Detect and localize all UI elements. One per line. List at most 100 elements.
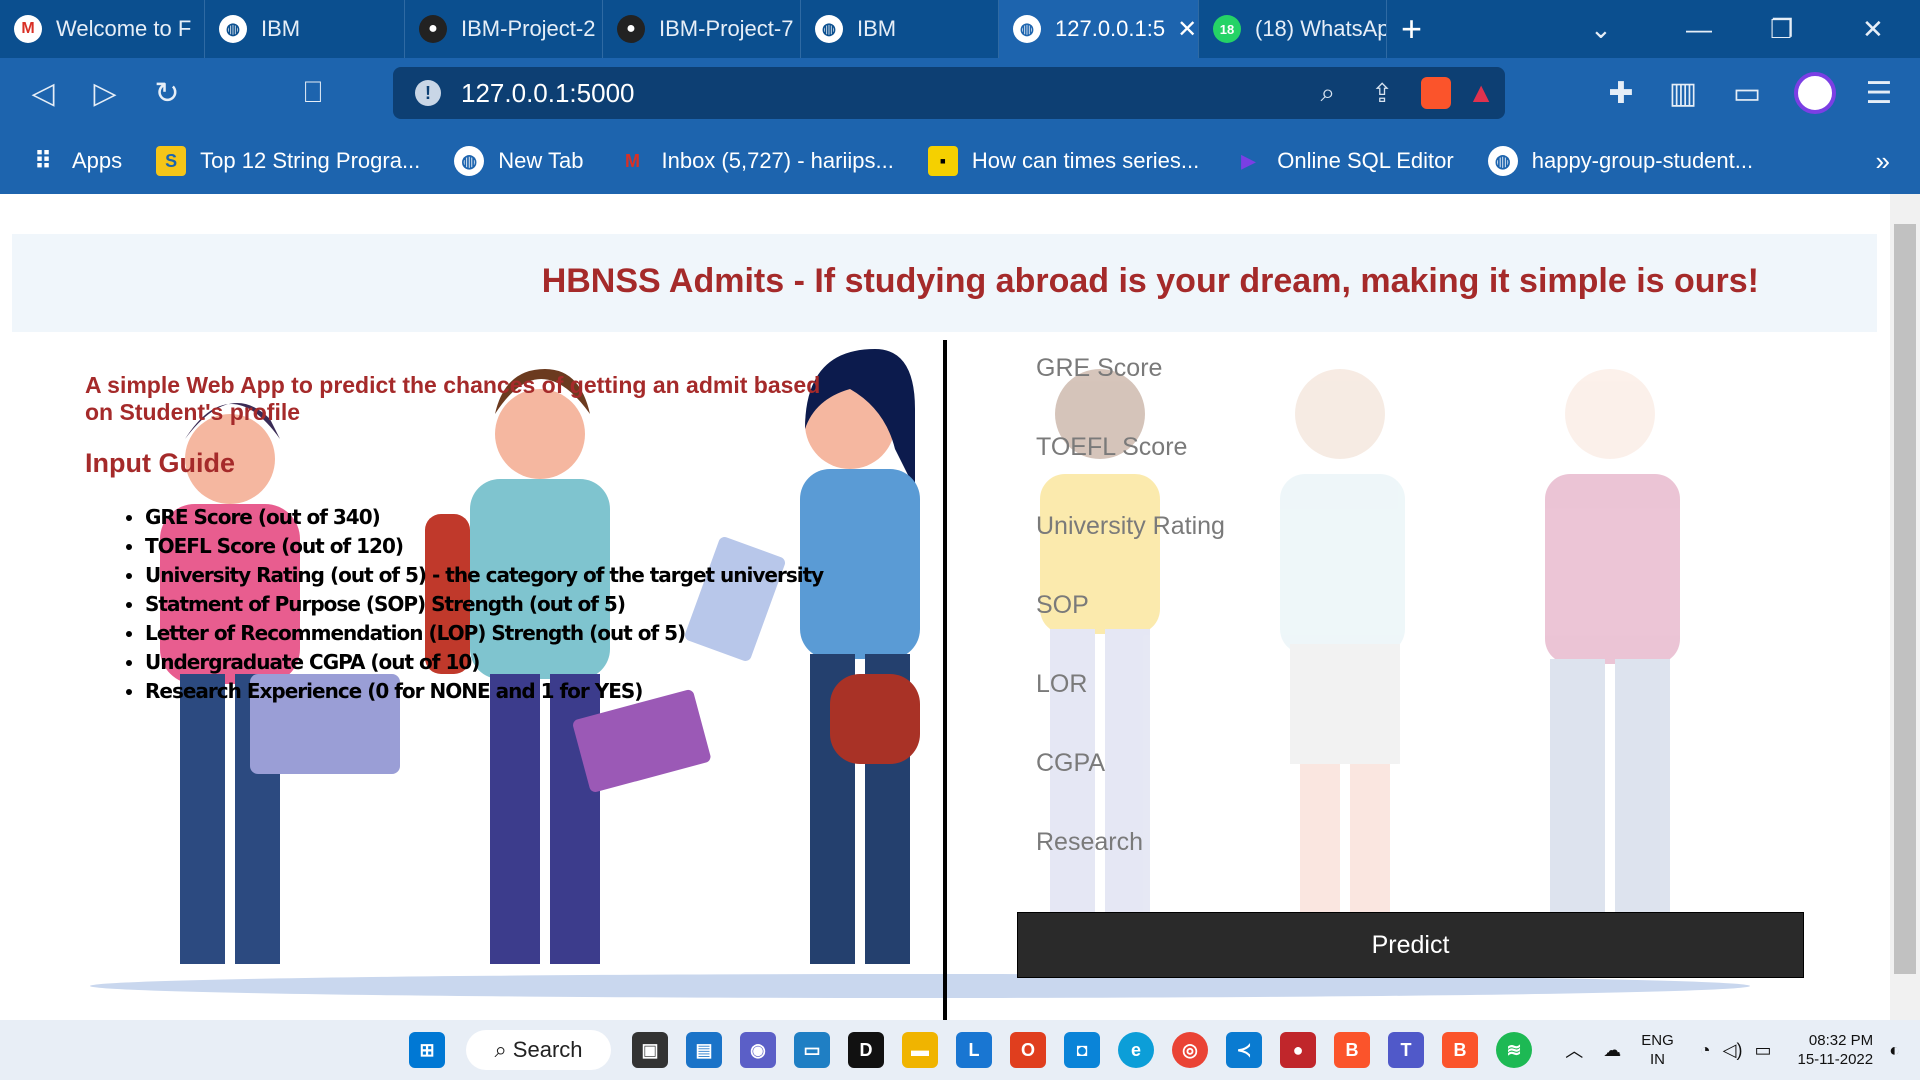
tab-ibm-2[interactable]: ◍ IBM bbox=[801, 0, 999, 58]
reload-icon[interactable]: ↻ bbox=[136, 63, 198, 123]
edge-icon[interactable]: e bbox=[1118, 1032, 1154, 1068]
region-code: IN bbox=[1650, 1051, 1665, 1068]
bookmark-string-programs[interactable]: S Top 12 String Progra... bbox=[156, 146, 420, 176]
clock[interactable]: 08:32 PM 15-11-2022 bbox=[1798, 1031, 1874, 1069]
tab-localhost[interactable]: ◍ 127.0.0.1:5 ✕ bbox=[999, 0, 1199, 58]
github-icon: ● bbox=[617, 15, 645, 43]
desktop-icon[interactable]: ▭ bbox=[794, 1032, 830, 1068]
extensions-icon[interactable]: ✚ bbox=[1590, 63, 1652, 123]
vscode-icon[interactable]: ≺ bbox=[1226, 1032, 1262, 1068]
time-text: 08:32 PM bbox=[1808, 1032, 1874, 1049]
forward-icon[interactable]: ▷ bbox=[74, 63, 136, 123]
university-rating-input[interactable]: University Rating bbox=[1036, 512, 1225, 591]
profile-avatar-icon[interactable] bbox=[1784, 63, 1846, 123]
gre-score-input[interactable]: GRE Score bbox=[1036, 354, 1225, 433]
brave-rewards-icon[interactable]: ▲ bbox=[1467, 77, 1495, 109]
file-explorer-icon[interactable]: ▬ bbox=[902, 1032, 938, 1068]
l-app-icon[interactable]: L bbox=[956, 1032, 992, 1068]
language-indicator[interactable]: ENG IN bbox=[1641, 1031, 1674, 1069]
battery-icon[interactable]: ▭ bbox=[1754, 1040, 1771, 1061]
globe-icon: ◍ bbox=[815, 15, 843, 43]
new-tab-button[interactable]: + bbox=[1387, 0, 1436, 58]
research-input[interactable]: Research bbox=[1036, 828, 1225, 907]
brave-icon[interactable]: B bbox=[1334, 1032, 1370, 1068]
store-icon[interactable]: ◘ bbox=[1064, 1032, 1100, 1068]
tab-search-chevron-icon[interactable]: ⌄ bbox=[1590, 0, 1612, 58]
restore-icon[interactable]: ❐ bbox=[1770, 0, 1793, 58]
apps-grid-icon: ⠿ bbox=[34, 147, 52, 175]
bookmark-sql-editor[interactable]: ▶ Online SQL Editor bbox=[1233, 146, 1453, 176]
tab-ibm-project-2[interactable]: ● IBM-Project-2 bbox=[405, 0, 603, 58]
page-title: HBNSS Admits - If studying abroad is you… bbox=[541, 262, 1759, 300]
wallet-icon[interactable]: ▭ bbox=[1716, 63, 1778, 123]
onedrive-icon[interactable]: ☁ bbox=[1603, 1040, 1621, 1061]
sidebar-icon[interactable]: ▥ bbox=[1652, 63, 1714, 123]
bookmark-happy-group[interactable]: ◍ happy-group-student... bbox=[1487, 146, 1753, 176]
close-window-icon[interactable]: ✕ bbox=[1862, 0, 1884, 58]
intro-text: A simple Web App to predict the chances … bbox=[85, 372, 821, 425]
bookmark-label: Top 12 String Progra... bbox=[200, 148, 421, 173]
widgets-icon[interactable]: ▤ bbox=[686, 1032, 722, 1068]
bookmark-icon[interactable]: ⎕ bbox=[282, 63, 344, 123]
web-page: HBNSS Admits - If studying abroad is you… bbox=[0, 194, 1890, 1020]
scrollbar-thumb[interactable] bbox=[1894, 224, 1916, 974]
page-header: HBNSS Admits - If studying abroad is you… bbox=[12, 234, 1877, 332]
globe-icon: ◍ bbox=[219, 15, 247, 43]
sop-input[interactable]: SOP bbox=[1036, 591, 1225, 670]
search-label: Search bbox=[512, 1037, 583, 1062]
start-icon[interactable]: ⊞ bbox=[409, 1032, 445, 1068]
bookmark-new-tab[interactable]: ◍ New Tab bbox=[454, 146, 583, 176]
back-icon[interactable]: ◁ bbox=[12, 63, 74, 123]
menu-icon[interactable]: ☰ bbox=[1848, 63, 1910, 123]
search-icon: ⌕ bbox=[494, 1037, 507, 1062]
address-bar[interactable]: ! 127.0.0.1:5000 ⌕ ⇪ ▲ bbox=[393, 67, 1505, 119]
bookmark-label: Apps bbox=[72, 148, 123, 173]
bookmarks-bar: ⠿ Apps S Top 12 String Progra... ◍ New T… bbox=[0, 128, 1920, 194]
list-item: University Rating (out of 5) - the categ… bbox=[145, 561, 845, 590]
system-tray: ︿ ☁ ENG IN ◔ ◁) ▭ 08:32 PM 15-11-2022 ◐ bbox=[1565, 1020, 1900, 1080]
screen-recorder-icon[interactable]: ● bbox=[1280, 1032, 1316, 1068]
cgpa-input[interactable]: CGPA bbox=[1036, 749, 1225, 828]
lor-input[interactable]: LOR bbox=[1036, 670, 1225, 749]
toefl-score-input[interactable]: TOEFL Score bbox=[1036, 433, 1225, 512]
task-view-icon[interactable]: ▣ bbox=[632, 1032, 668, 1068]
zoom-icon[interactable]: ⌕ bbox=[1320, 77, 1335, 109]
show-hidden-icons-chevron-icon[interactable]: ︿ bbox=[1565, 1037, 1583, 1063]
sql-logo-icon: ▶ bbox=[1241, 150, 1256, 171]
more-bookmarks-icon[interactable]: » bbox=[1876, 146, 1890, 177]
tab-label: Welcome to F bbox=[56, 16, 192, 41]
tab-gmail[interactable]: M Welcome to F bbox=[0, 0, 205, 58]
predict-button[interactable]: Predict bbox=[1017, 912, 1804, 978]
teams-icon[interactable]: T bbox=[1388, 1032, 1424, 1068]
share-icon[interactable]: ⇪ bbox=[1371, 78, 1393, 109]
tab-ibm-project-7[interactable]: ● IBM-Project-7 bbox=[603, 0, 801, 58]
site-info-icon[interactable]: ! bbox=[415, 80, 441, 106]
tab-whatsapp[interactable]: 18 (18) WhatsAp bbox=[1199, 0, 1387, 58]
bookmark-inbox[interactable]: M Inbox (5,727) - hariips... bbox=[617, 146, 894, 176]
tab-bar: M Welcome to F ◍ IBM ● IBM-Project-2 ● I… bbox=[0, 0, 1920, 58]
taskbar-search[interactable]: ⌕ Search bbox=[466, 1030, 611, 1070]
dolby-icon[interactable]: D bbox=[848, 1032, 884, 1068]
chat-icon[interactable]: ◉ bbox=[740, 1032, 776, 1068]
tab-ibm[interactable]: ◍ IBM bbox=[205, 0, 405, 58]
language-code: ENG bbox=[1641, 1032, 1674, 1049]
notifications-icon[interactable]: ◐ bbox=[1889, 1040, 1900, 1061]
tab-label: 127.0.0.1:5 bbox=[1055, 16, 1166, 41]
bookmark-times-series[interactable]: ▪ How can times series... bbox=[927, 146, 1199, 176]
gmail-icon: M bbox=[624, 150, 640, 171]
windows-taskbar: ⊞ ⌕ Search ▣ ▤ ◉ ▭ D ▬ L O ◘ e ◎ ≺ ● B T… bbox=[0, 1020, 1920, 1080]
volume-icon[interactable]: ◁) bbox=[1723, 1040, 1743, 1061]
wifi-icon[interactable]: ◔ bbox=[1700, 1040, 1711, 1061]
office-icon[interactable]: O bbox=[1010, 1032, 1046, 1068]
chrome-icon[interactable]: ◎ bbox=[1172, 1032, 1208, 1068]
prediction-form: GRE Score TOEFL Score University Rating … bbox=[1036, 354, 1225, 907]
close-tab-icon[interactable]: ✕ bbox=[1177, 15, 1197, 44]
bookmark-label: Inbox (5,727) - hariips... bbox=[661, 148, 894, 173]
minimize-icon[interactable]: — bbox=[1686, 0, 1712, 58]
spotify-icon[interactable]: ≋ bbox=[1496, 1032, 1532, 1068]
url-text[interactable]: 127.0.0.1:5000 bbox=[461, 78, 635, 109]
brave-shields-icon[interactable] bbox=[1421, 77, 1451, 109]
scrollbar[interactable] bbox=[1890, 194, 1920, 1020]
brave-active-icon[interactable]: B bbox=[1442, 1032, 1478, 1068]
bookmark-apps[interactable]: ⠿ Apps bbox=[28, 146, 122, 176]
